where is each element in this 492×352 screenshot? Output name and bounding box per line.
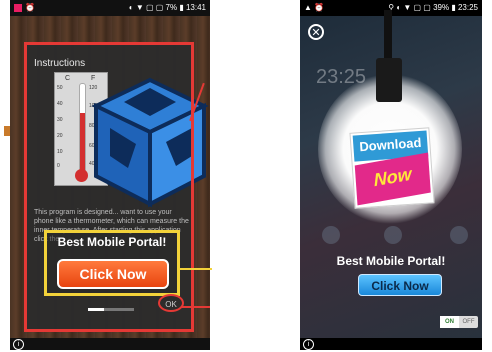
progress-bar	[88, 308, 134, 311]
signal-icons: ⚲ ◐ ▼ ▢ ▢	[388, 3, 434, 12]
banner-title: Best Mobile Portal!	[336, 254, 446, 268]
click-now-button[interactable]: Click Now	[57, 259, 169, 289]
download-now-ad-image[interactable]: Download Now	[349, 127, 435, 209]
status-right: ◐ ▼ ▢ ▢ 7% ▮ 13:41	[129, 0, 206, 16]
right-phone-screen: ▲ ⏰ ⚲ ◐ ▼ ▢ ▢ 39% ▮ 23:25 23:25 ✕ Downlo…	[300, 0, 482, 350]
toggle-off-label: OFF	[462, 319, 475, 325]
status-time: 13:41	[185, 3, 206, 12]
connector-line-yellow	[178, 268, 212, 270]
status-time: 23:25	[457, 3, 478, 12]
now-label: Now	[373, 163, 413, 191]
app-notification-icon	[14, 3, 22, 12]
navigation-bar: i	[300, 338, 482, 350]
progress-fill	[88, 308, 105, 311]
battery-icon: ▮	[179, 3, 184, 12]
plug-graphic	[376, 58, 402, 102]
ok-button[interactable]: OK	[158, 294, 184, 312]
status-bar: ⏰ ◐ ▼ ▢ ▢ 7% ▮ 13:41	[10, 0, 210, 16]
click-now-button[interactable]: Click Now	[358, 274, 442, 296]
ad-banner-highlight: Best Mobile Portal! Click Now	[44, 230, 180, 296]
left-phone-screen: ⏰ ◐ ▼ ▢ ▢ 7% ▮ 13:41 Instructions C F 50…	[10, 0, 210, 350]
download-label: Download	[358, 134, 422, 155]
info-icon[interactable]: i	[13, 339, 24, 350]
status-right: ⚲ ◐ ▼ ▢ ▢ 39% ▮ 23:25	[388, 0, 478, 16]
orange-side-mark	[4, 126, 10, 136]
navigation-bar: i	[10, 338, 210, 350]
toggle-on-label: ON	[440, 316, 459, 328]
connector-line-red-ok	[182, 306, 210, 308]
on-off-toggle[interactable]: ON OFF	[440, 316, 478, 328]
notification-icons: ▲ ⏰	[304, 3, 325, 12]
notification-icons: ⏰	[14, 0, 35, 16]
battery-percent: 7%	[165, 3, 178, 12]
info-icon[interactable]: i	[303, 339, 314, 350]
faded-app-icon	[322, 226, 340, 244]
battery-percent: 39%	[433, 3, 450, 12]
faded-app-icon	[384, 226, 402, 244]
signal-icons: ◐ ▼ ▢ ▢	[128, 3, 166, 12]
battery-icon: ▮	[451, 3, 456, 12]
banner-title: Best Mobile Portal!	[57, 235, 167, 249]
faded-app-icon	[450, 226, 468, 244]
close-icon[interactable]: ✕	[308, 24, 324, 40]
